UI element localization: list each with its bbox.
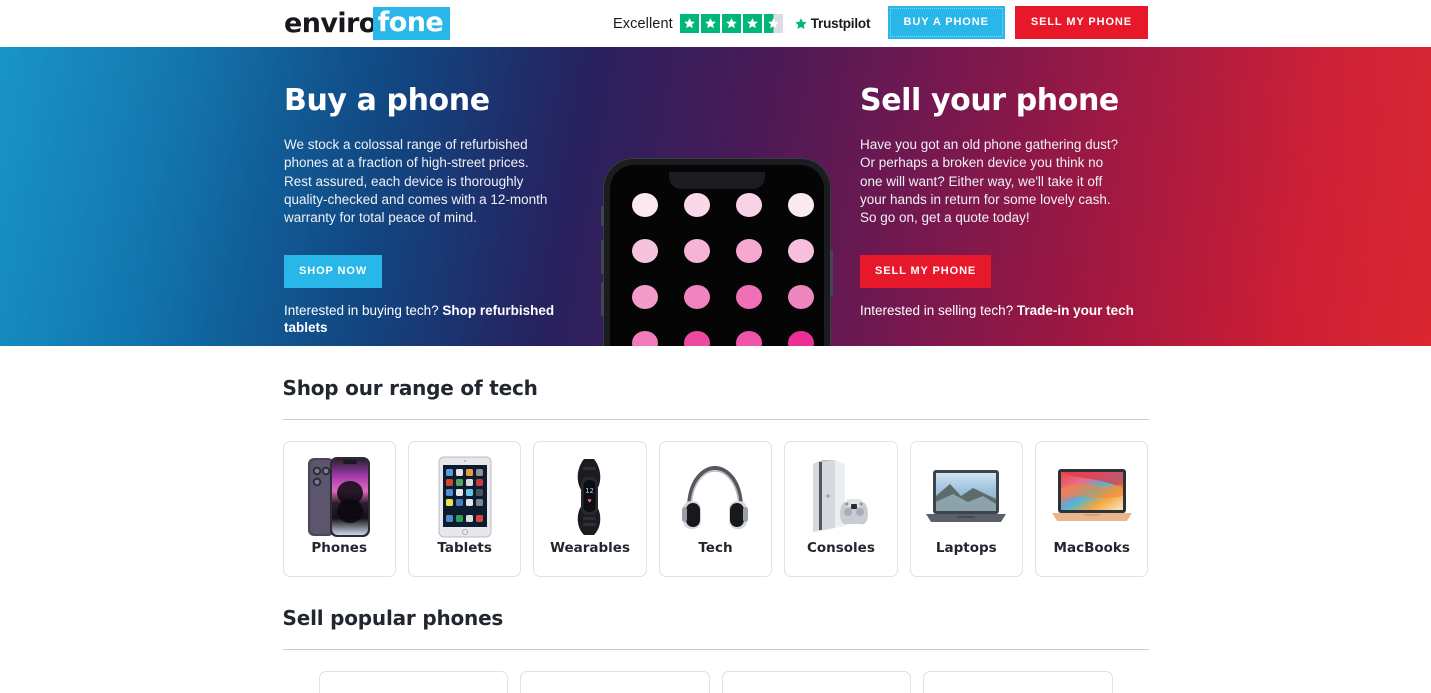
- logo-text-fone: fone: [372, 6, 451, 40]
- iphone-purple-icon: [306, 454, 372, 540]
- hero-phone-image: [601, 158, 833, 346]
- category-card-consoles[interactable]: Consoles: [784, 441, 898, 577]
- site-logo[interactable]: enviro fone: [284, 6, 451, 40]
- macbook-icon: [1048, 454, 1136, 540]
- logo-text-enviro: enviro: [284, 7, 377, 39]
- sell-phones-section: Sell popular phones: [282, 577, 1149, 693]
- category-label-laptops: Laptops: [935, 540, 997, 556]
- hero-buy-link[interactable]: Interested in buying tech? Shop refurbis…: [284, 302, 584, 336]
- category-card-wearables[interactable]: 12 ♥ Wearables: [533, 441, 647, 577]
- headphones-icon: [680, 454, 750, 540]
- star-icon-1: [679, 14, 699, 33]
- hero-sell-link[interactable]: Interested in selling tech? Trade-in you…: [860, 302, 1180, 319]
- category-card-macbooks[interactable]: MacBooks: [1035, 441, 1149, 577]
- laptop-icon: [923, 454, 1009, 540]
- hero-sell-heading: Sell your phone: [860, 83, 1119, 118]
- category-label-tablets: Tablets: [437, 540, 492, 556]
- hero-buy-heading: Buy a phone: [284, 83, 490, 118]
- category-label-tech: Tech: [698, 540, 733, 556]
- phone-screen: [610, 165, 824, 346]
- category-card-phones[interactable]: Phones: [282, 441, 396, 577]
- fitness-band-icon: 12 ♥: [564, 454, 616, 540]
- category-label-wearables: Wearables: [550, 540, 631, 556]
- sell-phones-title: Sell popular phones: [282, 606, 504, 630]
- category-card-tech[interactable]: Tech: [658, 441, 773, 577]
- category-card-tablets[interactable]: Tablets: [407, 441, 522, 577]
- sell-phones-divider: [282, 649, 1149, 650]
- hero-buy-body: We stock a colossal range of refurbished…: [284, 137, 548, 226]
- category-card-row: Phones Tablets 12 ♥ Wearables Tech Conso…: [282, 441, 1149, 577]
- svg-text:12: 12: [585, 487, 593, 495]
- category-card-laptops[interactable]: Laptops: [909, 441, 1024, 577]
- shop-now-button[interactable]: SHOP NOW: [284, 255, 383, 289]
- header-action-buttons: BUY A PHONE SELL MY PHONE: [887, 6, 1148, 39]
- hero-sell-link-text[interactable]: Trade-in your tech: [1017, 303, 1134, 318]
- trustpilot-logo-star-icon: [794, 17, 808, 31]
- hero-sell-my-phone-button[interactable]: SELL MY PHONE: [860, 255, 992, 289]
- hero-sell-column: Sell your phone Have you got an old phon…: [860, 83, 1150, 289]
- trustpilot-rating-word: Excellent: [613, 15, 673, 32]
- phone-notch: [669, 172, 765, 189]
- hero-sell-link-prefix: Interested in selling tech?: [860, 303, 1017, 318]
- popular-phone-card-2[interactable]: [520, 671, 710, 693]
- hero-buy-column: Buy a phone We stock a colossal range of…: [284, 83, 574, 289]
- trustpilot-brand-name: Trustpilot: [810, 16, 871, 31]
- star-icon-5-half: [763, 14, 783, 33]
- shop-tech-title: Shop our range of tech: [282, 376, 538, 400]
- hero-inner: Buy a phone We stock a colossal range of…: [0, 47, 1431, 346]
- game-console-icon: [799, 454, 883, 540]
- hero-sell-body: Have you got an old phone gathering dust…: [860, 137, 1119, 226]
- trustpilot-stars: [679, 14, 783, 33]
- shop-tech-section: Shop our range of tech Phones Tablets 12…: [282, 346, 1149, 577]
- phone-button-power: [830, 250, 833, 296]
- category-label-macbooks: MacBooks: [1053, 540, 1130, 556]
- trustpilot-brand: Trustpilot: [794, 16, 871, 31]
- star-icon-2: [700, 14, 720, 33]
- hero-buy-link-prefix: Interested in buying tech?: [284, 303, 443, 318]
- star-icon-3: [721, 14, 741, 33]
- phone-button-volume-up: [601, 240, 604, 274]
- star-icon-4: [742, 14, 762, 33]
- sell-my-phone-button[interactable]: SELL MY PHONE: [1014, 6, 1148, 39]
- category-label-consoles: Consoles: [806, 540, 875, 556]
- phone-frame: [601, 158, 833, 346]
- phone-wallpaper-dot-grid: [632, 193, 816, 346]
- hero-banner: Buy a phone We stock a colossal range of…: [0, 47, 1431, 346]
- popular-phone-card-4[interactable]: [923, 671, 1113, 693]
- site-header: enviro fone Excellent Trustpilot BUY A P…: [0, 0, 1431, 47]
- phone-button-volume-down: [601, 282, 604, 316]
- svg-text:♥: ♥: [588, 498, 592, 505]
- buy-a-phone-button[interactable]: BUY A PHONE: [887, 6, 1005, 39]
- trustpilot-rating[interactable]: Excellent Trustpilot: [613, 14, 870, 33]
- category-label-phones: Phones: [311, 540, 367, 556]
- ipad-icon: [435, 454, 495, 540]
- popular-phone-card-3[interactable]: [721, 671, 911, 693]
- shop-tech-divider: [282, 419, 1149, 420]
- phone-button-mute: [601, 206, 604, 226]
- popular-phone-card-row: [283, 671, 1149, 693]
- popular-phone-card-1[interactable]: [318, 671, 508, 693]
